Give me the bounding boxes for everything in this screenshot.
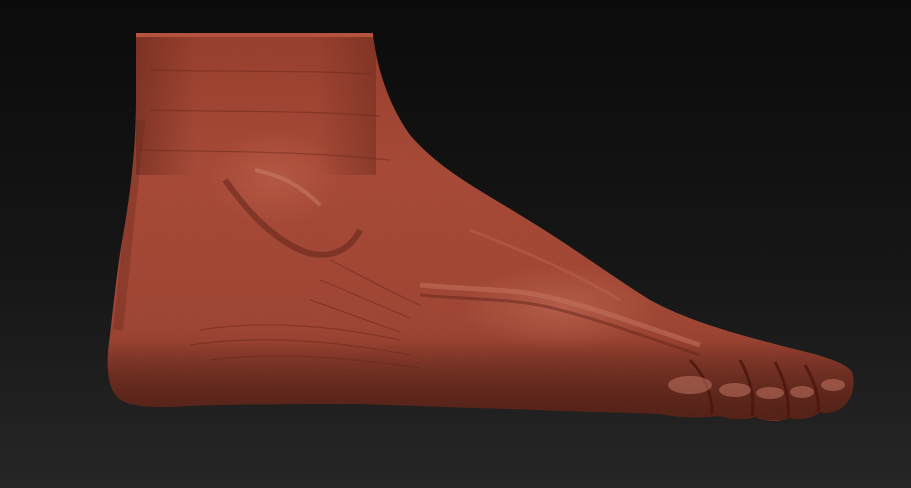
3d-viewport[interactable] [0, 0, 911, 488]
leg-cut [136, 33, 373, 37]
foot-model[interactable] [0, 0, 911, 488]
